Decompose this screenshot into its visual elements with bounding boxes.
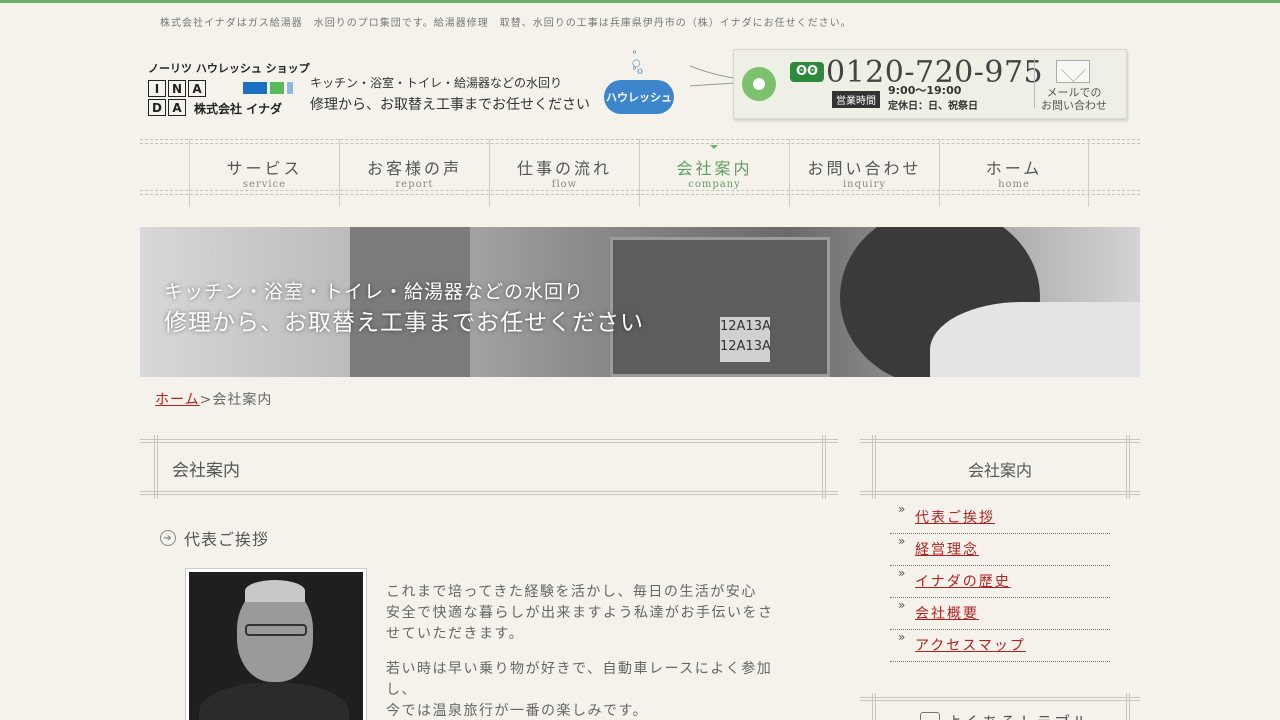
mail-inquiry-link[interactable]: メールでの お問い合わせ [1040,86,1108,112]
hero-plate: 12A13A 12A13A [720,317,771,362]
sidebar-title-2: よくあるトラブル [920,709,1090,720]
haureshu-logo-text: ハウレッシュ [604,80,674,114]
box-rule [860,491,1140,495]
sidebar-link[interactable]: 経営理念 [915,539,979,559]
chevron-right-icon: » [898,630,906,644]
logo-bar [270,82,284,94]
photo-part [245,624,307,636]
nav-sublabel: report [395,179,434,190]
sidebar-heading-box: 会社案内 [860,435,1140,499]
box-rule [860,697,1140,701]
nav-sublabel: inquiry [842,179,887,190]
green-dot-icon [742,67,776,101]
sidebar-menu: » 代表ご挨拶 » 経営理念 » イナダの歴史 » 会社概要 » アクセスマップ [890,502,1110,662]
brand-label: ノーリツ ハウレッシュ ショップ [148,62,310,75]
section-title: ➔ 代表ご挨拶 [160,526,269,550]
sidebar-title-2-text: よくあるトラブル [946,709,1090,720]
logo-letter: I [148,80,166,97]
business-hours: 9:00〜19:00 [888,84,962,97]
box-rule [140,439,838,443]
breadcrumb: ホーム>会社案内 [155,389,272,409]
photo-part [245,580,305,602]
box-rule [872,693,876,720]
mail-icon[interactable] [1056,60,1090,83]
hero-photo-part [930,302,1140,377]
logo-bar [287,82,293,94]
page-title: 会社案内 [172,461,240,481]
hero-banner: 12A13A 12A13A キッチン・浴室・トイレ・給湯器などの水回り 修理から… [140,227,1140,377]
nav-label: ホーム [985,159,1043,178]
arrow-circle-icon: ➔ [160,530,176,546]
bubbles-icon: ° ○ °o [632,50,644,77]
representative-photo [185,568,367,720]
section-title-text: 代表ご挨拶 [184,530,270,549]
question-icon [920,712,940,720]
sidebar-title: 会社案内 [967,461,1032,480]
holidays: 定休日：日、祝祭日 [888,101,978,112]
chevron-right-icon: » [898,566,906,580]
hero-line2: 修理から、お取替え工事までお任せください [164,310,644,336]
nav-label: 仕事の流れ [516,159,612,178]
breadcrumb-home-link[interactable]: ホーム [155,392,200,408]
haureshu-logo: ° ○ °o ハウレッシュ [604,50,674,114]
main-heading-box: 会社案内 [140,435,838,499]
photo-frame [189,572,363,720]
greeting-paragraph: 若い時は早い乗り物が好きで、自動車レースによく参加し、 今では温泉旅行が一番の楽… [386,661,773,719]
greeting-paragraph: これまで培ってきた経験を活かし、毎日の生活が安心 安全で快適な暮らしが出来ますよ… [386,584,774,642]
box-rule [154,435,158,499]
nav-item-flow[interactable]: 仕事の流れ flow [489,139,639,207]
sidebar-item-overview: » 会社概要 [890,598,1110,630]
freedial-icon: ʘʘ [790,62,824,82]
nav-sublabel: company [688,179,741,190]
company-name: 株式会社 イナダ [194,102,282,116]
sidebar-link[interactable]: 代表ご挨拶 [915,507,995,527]
sidebar-link[interactable]: アクセスマップ [915,635,1026,655]
chevron-right-icon: » [898,502,906,516]
sidebar-item-philosophy: » 経営理念 [890,534,1110,566]
chevron-right-icon: » [898,534,906,548]
box-rule [822,435,826,499]
site-tagline: 株式会社イナダはガス給湯器 水回りのプロ集団です。給湯器修理 取替、水回りの工事… [160,18,852,29]
nav-sublabel: service [242,179,287,190]
logo-bar [243,82,267,94]
sidebar-link[interactable]: 会社概要 [915,603,979,623]
box-rule [140,491,838,495]
nav-item-company[interactable]: 会社案内 company [639,139,789,207]
nav-label: 会社案内 [676,159,753,178]
header-lead-line2: 修理から、お取替え工事までお任せください [310,97,590,113]
hours-badge: 営業時間 [832,91,880,108]
top-accent-line [0,0,1280,3]
nav-item-service[interactable]: サービス service [189,139,339,207]
header-lead-line1: キッチン・浴室・トイレ・給湯器などの水回り [310,76,563,90]
breadcrumb-current: 会社案内 [212,392,273,408]
nav-label: サービス [226,159,303,178]
sidebar-heading-box-2: よくあるトラブル [860,693,1140,720]
logo-color-bars [243,82,293,94]
box-rule [860,439,1140,443]
company-logo[interactable]: ノーリツ ハウレッシュ ショップ I N A D A 株式会社 イナダ [148,60,310,120]
nav-item-home[interactable]: ホーム home [939,139,1089,207]
logo-letter: A [168,99,186,116]
global-nav: サービス service お客様の声 report 仕事の流れ flow 会社案内 co… [140,139,1140,207]
logo-letter: D [148,99,166,116]
hero-line1: キッチン・浴室・トイレ・給湯器などの水回り [164,281,585,303]
box-rule [1126,693,1130,720]
breadcrumb-separator: > [199,392,213,408]
nav-item-inquiry[interactable]: お問い合わせ inquiry [789,139,939,207]
nav-item-report[interactable]: お客様の声 report [339,139,489,207]
nav-sublabel: home [998,179,1030,190]
sidebar-item-history: » イナダの歴史 [890,566,1110,598]
logo-letter: A [188,80,206,97]
nav-label: お客様の声 [366,159,462,178]
photo-part [199,682,349,720]
sidebar-item-greeting: » 代表ご挨拶 [890,502,1110,534]
nav-sublabel: flow [551,179,578,190]
logo-letter: N [168,80,186,97]
sidebar-item-access: » アクセスマップ [890,630,1110,662]
sidebar-link[interactable]: イナダの歴史 [915,571,1011,591]
divider [1034,58,1035,108]
nav-label: お問い合わせ [807,159,922,178]
chevron-right-icon: » [898,598,906,612]
